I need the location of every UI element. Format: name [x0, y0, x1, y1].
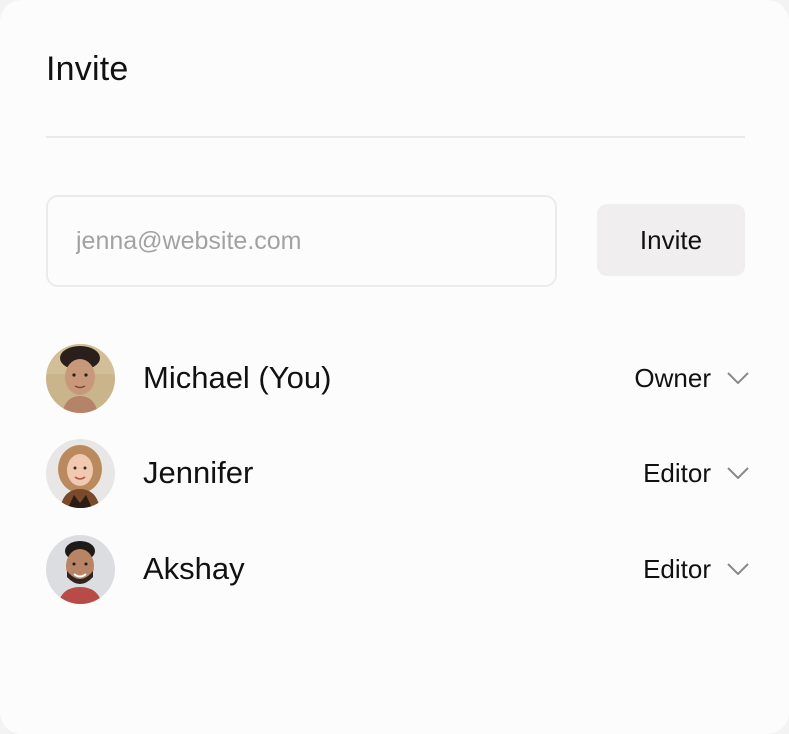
role-dropdown[interactable]: Editor [643, 458, 749, 489]
avatar [46, 343, 115, 413]
chevron-down-icon [727, 372, 749, 384]
email-input[interactable] [46, 195, 557, 287]
role-label: Editor [643, 553, 711, 584]
invite-dialog: Invite Invite Michael (You) Owner [0, 0, 789, 734]
invite-button[interactable]: Invite [597, 204, 745, 276]
avatar [46, 534, 115, 604]
divider [46, 136, 745, 138]
member-name: Akshay [143, 551, 245, 586]
member-row-akshay: Akshay Editor [46, 534, 749, 604]
avatar [46, 438, 115, 508]
member-row-jennifer: Jennifer Editor [46, 438, 749, 508]
chevron-down-icon [727, 467, 749, 479]
member-row-michael: Michael (You) Owner [46, 343, 749, 413]
chevron-down-icon [727, 563, 749, 575]
member-name: Michael (You) [143, 360, 332, 395]
role-dropdown[interactable]: Owner [634, 363, 749, 394]
role-label: Owner [634, 362, 711, 393]
dialog-title: Invite [46, 50, 129, 88]
member-name: Jennifer [143, 455, 254, 490]
role-label: Editor [643, 457, 711, 488]
role-dropdown[interactable]: Editor [643, 554, 749, 585]
